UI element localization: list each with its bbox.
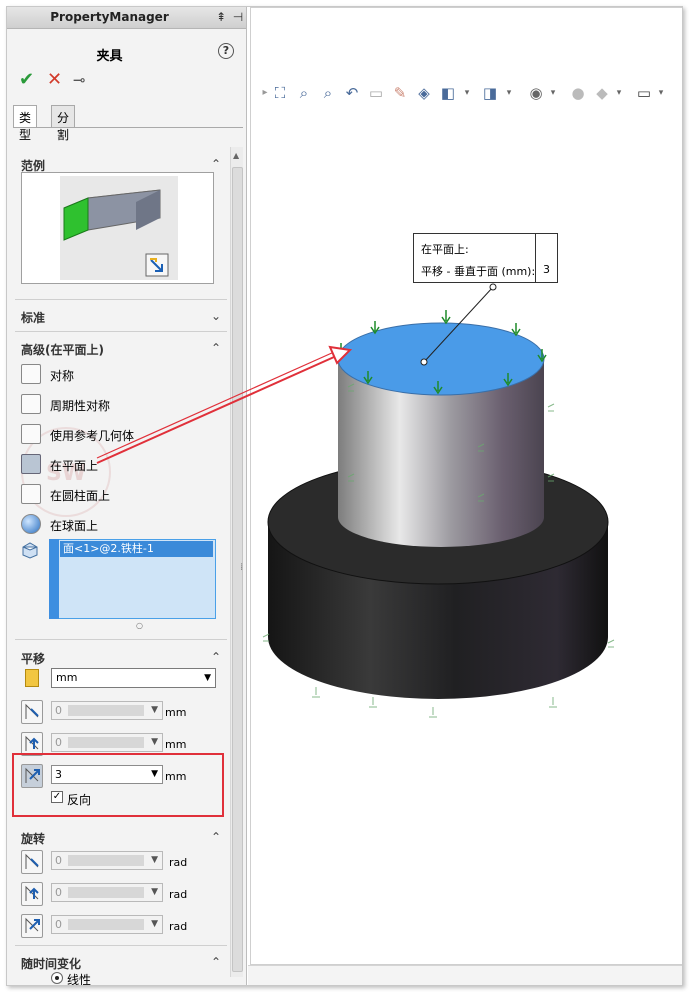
callout-title: 在平面上: [421, 243, 469, 256]
viewport-bottom-bar [248, 965, 682, 985]
callout-label: 平移 - 垂直于面 (mm): [421, 265, 536, 278]
annotation-arrow [96, 345, 353, 464]
callout-value: 3 [543, 263, 550, 276]
callout-divider [535, 234, 536, 282]
application-window: PropertyManager ⇞ ⊣ 夹具 ? ✔ ✕ ⊸ 类型 分割 ▲ ⁞… [6, 6, 683, 986]
flat-face-callout: 在平面上: 平移 - 垂直于面 (mm): 3 [413, 233, 558, 283]
